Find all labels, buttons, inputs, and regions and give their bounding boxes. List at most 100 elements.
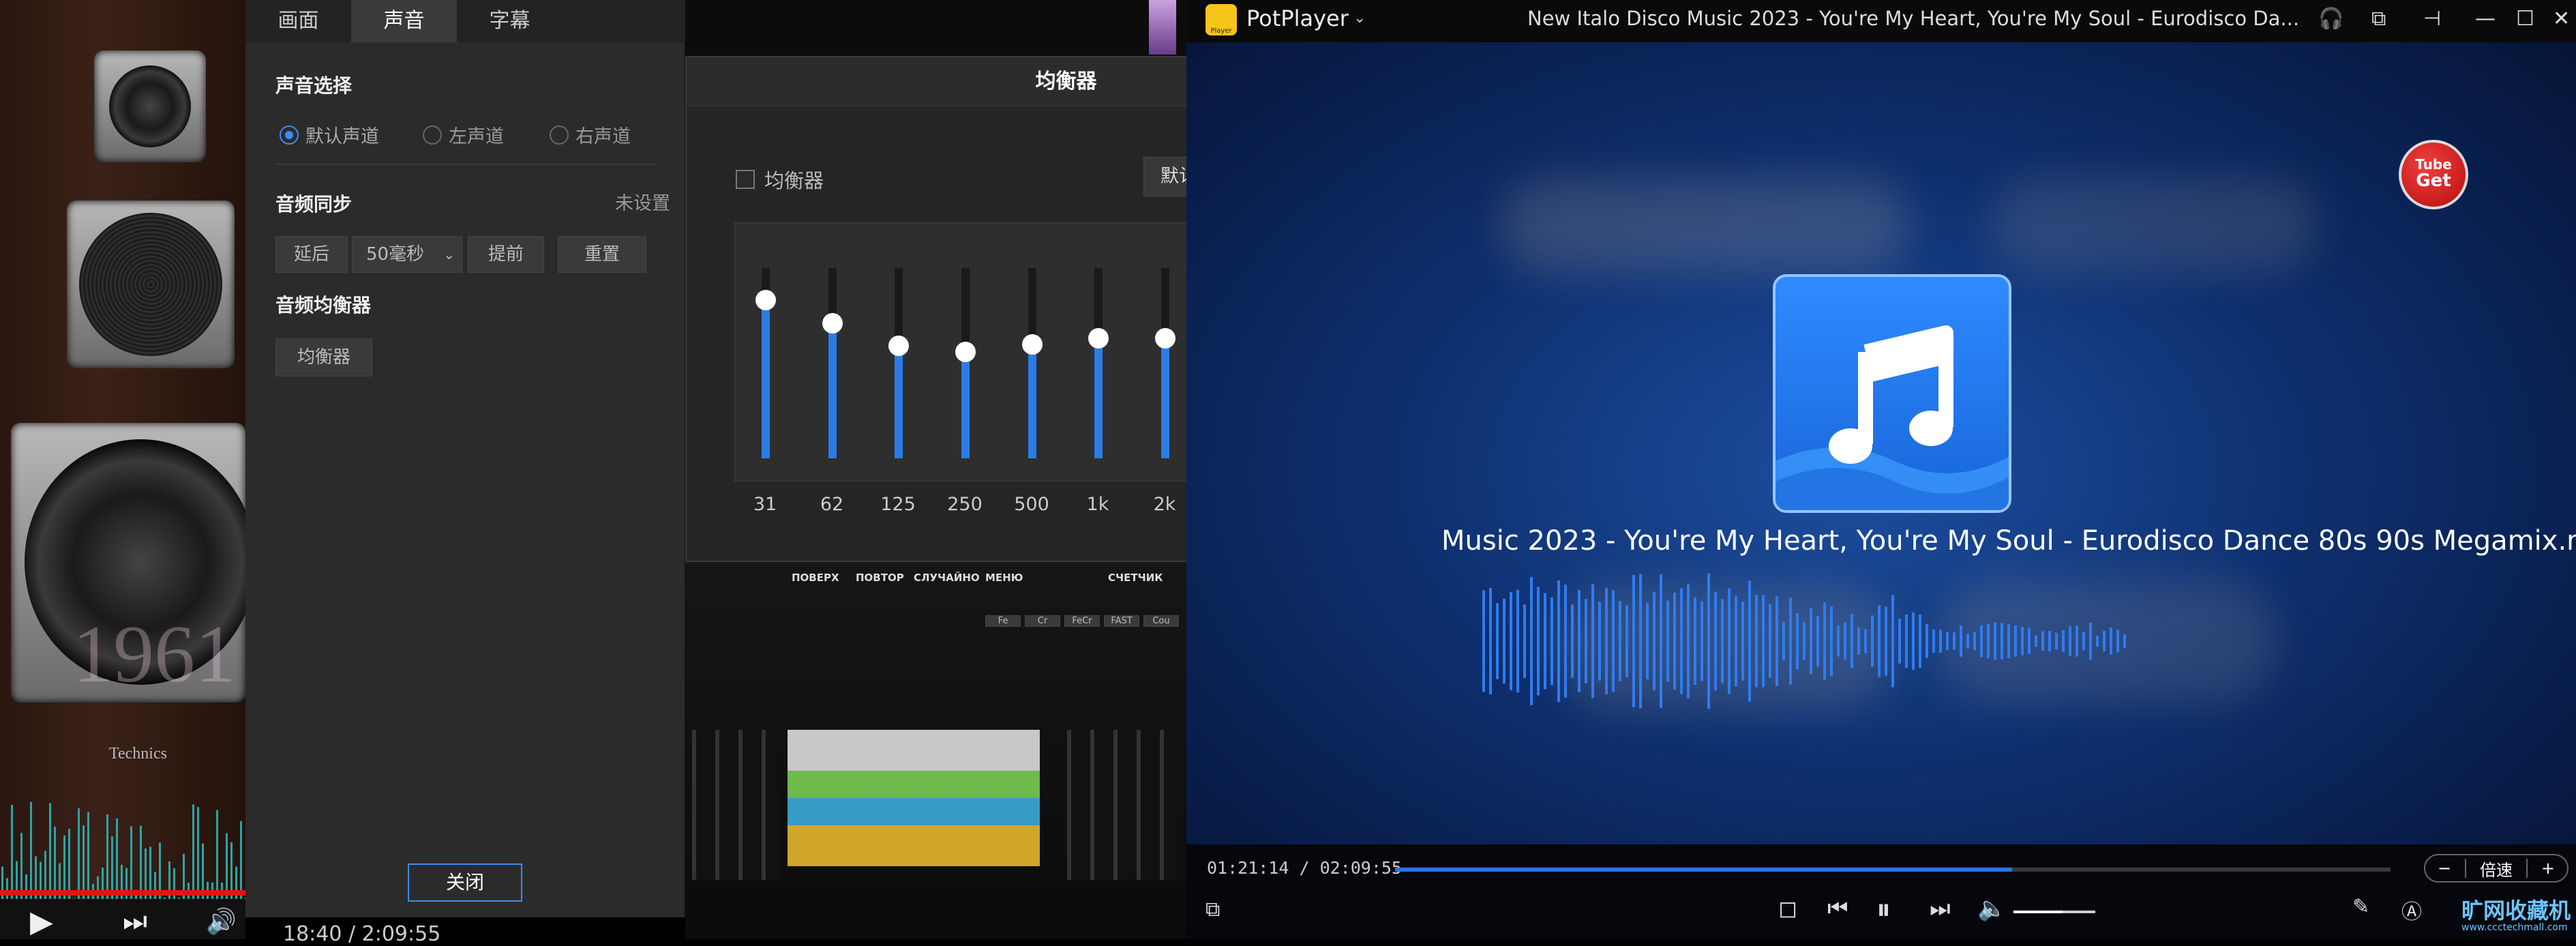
eq-slider-knob[interactable] <box>1088 328 1109 349</box>
visualizer-bar <box>197 807 199 914</box>
eq-slider-knob[interactable] <box>888 336 909 357</box>
waveform-bar <box>2014 625 2017 657</box>
eq-band-label: 31 <box>753 494 777 515</box>
tab-audio[interactable]: 声音 <box>351 0 457 42</box>
close-window-icon[interactable]: ✕ <box>2553 7 2570 31</box>
visualizer-bar <box>192 804 194 914</box>
screenshot-icon[interactable]: ⧉ <box>2371 7 2386 31</box>
waveform-bar <box>1639 574 1642 709</box>
volume-slider[interactable] <box>2013 911 2095 913</box>
waveform-bar <box>1530 577 1533 705</box>
speed-increase-button[interactable]: + <box>2541 859 2555 878</box>
waveform-bar <box>2021 627 2024 655</box>
mid-speaker <box>67 201 235 368</box>
visualizer-bar <box>78 808 80 914</box>
subtitle-icon[interactable]: Ⓐ <box>2401 895 2422 925</box>
equalizer-enable-checkbox[interactable]: 均衡器 <box>736 165 824 194</box>
radio-unchecked-icon <box>550 125 569 145</box>
eq-slider-knob[interactable] <box>1155 328 1175 349</box>
playlist-play-icon[interactable]: ⧉ <box>1205 898 1220 921</box>
chevron-down-icon[interactable]: ⌄ <box>1353 10 1366 27</box>
open-equalizer-button[interactable]: 均衡器 <box>275 338 372 376</box>
window-title: New Italo Disco Music 2023 - You're My H… <box>1527 7 2300 30</box>
volume-level <box>2013 911 2063 913</box>
volume-icon[interactable]: 🔈 <box>1977 895 2006 922</box>
waveform-bar <box>1523 604 1526 678</box>
waveform-bar <box>1707 573 1710 709</box>
audio-settings-panel: 画面 声音 字幕 声音选择 默认声道 左声道 右声道 音频同步 未设置 延后 5… <box>245 0 685 917</box>
next-icon[interactable]: ⏭ <box>1930 895 1951 922</box>
waveform-bar <box>1612 590 1615 692</box>
eq-band-label: 62 <box>820 494 844 515</box>
channel-section-title: 声音选择 <box>275 74 353 97</box>
reset-button[interactable]: 重置 <box>558 236 646 273</box>
waveform-bar <box>1776 596 1778 686</box>
potplayer-logo-icon[interactable]: Player <box>1205 4 1237 35</box>
speed-decrease-button[interactable]: − <box>2438 859 2451 878</box>
waveform-bar <box>1632 575 1635 707</box>
previous-icon[interactable]: ⏮ <box>1827 895 1848 922</box>
eq-slider-knob[interactable] <box>822 312 843 334</box>
eq-slider-fill <box>895 346 903 458</box>
speaker-logo-text: 1961 <box>72 608 236 699</box>
red-progress-line <box>0 890 245 896</box>
maximize-icon[interactable]: ☐ <box>2516 7 2534 31</box>
radio-label: 左声道 <box>449 126 504 147</box>
seek-bar[interactable] <box>1395 868 2391 872</box>
tab-subtitle[interactable]: 字幕 <box>457 0 563 42</box>
tab-video[interactable]: 画面 <box>245 0 351 42</box>
radio-right-channel[interactable]: 右声道 <box>550 121 631 148</box>
music-note-icon <box>1776 325 2009 510</box>
edit-icon[interactable]: ✎ <box>2352 895 2369 919</box>
waveform-bar <box>1796 613 1799 669</box>
next-icon: ⏭ <box>123 906 147 937</box>
eq-slider-knob[interactable] <box>955 341 976 362</box>
waveform-bar <box>1966 634 1969 649</box>
seek-bar-fill <box>1395 868 2013 872</box>
advance-button[interactable]: 提前 <box>468 236 544 273</box>
eq-slider-fill <box>1161 338 1169 458</box>
deck-label-3: СЛУЧАЙНО <box>914 572 980 584</box>
close-button[interactable]: 关闭 <box>408 863 522 902</box>
eq-slider-knob[interactable] <box>755 290 776 311</box>
eq-slider-knob[interactable] <box>1022 334 1043 355</box>
visualizer-bar <box>49 803 51 914</box>
potplayer-window: Player PotPlayer ⌄ New Italo Disco Music… <box>1186 0 2576 939</box>
speed-label[interactable]: 倍速 <box>2480 857 2513 881</box>
waveform-bar <box>1926 624 1928 658</box>
visualizer-bar <box>11 804 13 914</box>
waveform-bar <box>1830 606 1833 676</box>
album-cover <box>1773 274 2011 513</box>
waveform-bar <box>2123 634 2126 648</box>
tubeget-icon[interactable]: Tube Get <box>2399 140 2468 209</box>
pause-icon[interactable]: ⏸ <box>1876 892 1891 926</box>
waveform-bar <box>1980 625 1983 657</box>
waveform-bar <box>1891 595 1894 688</box>
headset-icon[interactable]: 🎧 <box>2318 7 2343 31</box>
watermark: 旷网收藏机 <box>2461 898 2571 923</box>
title-bar: Player PotPlayer ⌄ New Italo Disco Music… <box>1186 0 2576 42</box>
radio-default-channel[interactable]: 默认声道 <box>280 121 379 148</box>
waveform-bar <box>1605 587 1608 695</box>
radio-left-channel[interactable]: 左声道 <box>423 121 504 148</box>
waveform-bar <box>1973 632 1976 651</box>
deck-label-5: СЧЕТЧИК <box>1108 572 1163 584</box>
waveform-bar <box>1932 629 1935 653</box>
waveform-bar <box>1585 599 1587 683</box>
sync-amount-select[interactable]: 50毫秒 ⌄ <box>352 236 462 273</box>
deck-button: Cou <box>1143 615 1179 627</box>
minimize-icon[interactable]: — <box>2475 7 2496 31</box>
waveform-bar <box>1660 574 1662 708</box>
chevron-down-icon: ⌄ <box>443 246 455 263</box>
app-name[interactable]: PotPlayer <box>1246 5 1349 31</box>
waveform-bar <box>1544 593 1546 690</box>
pin-icon[interactable]: ⊣ <box>2423 7 2441 31</box>
waveform-bar <box>1537 587 1540 696</box>
waveform-bar <box>1578 590 1581 692</box>
waveform-bar <box>1953 632 1956 650</box>
waveform-bar <box>1496 603 1499 679</box>
waveform-bar <box>1878 605 1881 677</box>
delay-button[interactable]: 延后 <box>275 236 348 273</box>
waveform-bar <box>1735 595 1737 687</box>
stop-icon[interactable]: ◻ <box>1778 895 1797 922</box>
